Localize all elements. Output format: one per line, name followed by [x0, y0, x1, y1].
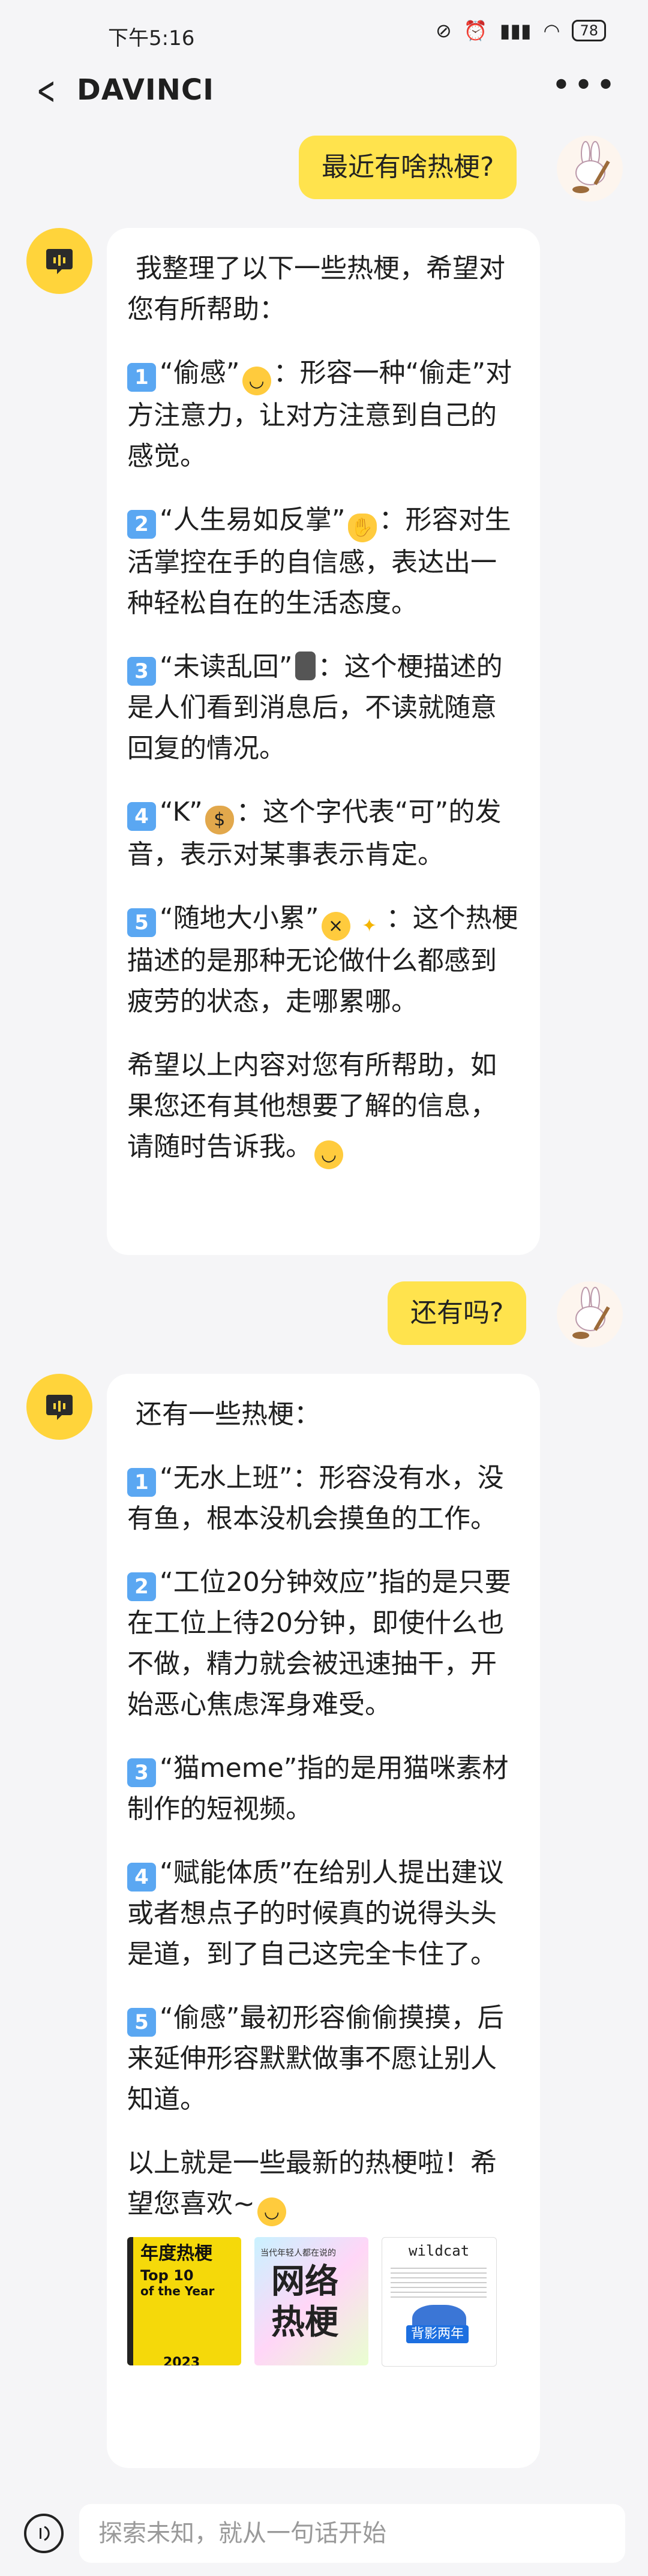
input-bar	[0, 2487, 648, 2576]
bot-intro: 我整理了以下一些热梗，希望对您有所帮助：	[127, 253, 505, 325]
image-thumbnail[interactable]: 当代年轻人都在说的 网络 热梗	[254, 2237, 368, 2365]
list-item: 3 “未读乱回” ：这个梗描述的是人们看到消息后，不读就随意回复的情况。	[127, 651, 503, 764]
bot-intro: 还有一些热梗：	[136, 1399, 320, 1430]
bot-logo-icon	[46, 249, 73, 274]
rabbit-avatar-icon	[572, 141, 610, 193]
status-time: 下午5:16	[108, 26, 195, 50]
list-item: 4 “K” $ ：这个字代表“可”的发音，表示对某事表示肯定。	[127, 797, 502, 870]
wifi-icon: ◠	[543, 19, 560, 42]
keycap-number-icon: 3	[127, 1758, 156, 1787]
status-icons: ⊘ ⏰ ▮▮▮ ◠ 78	[436, 19, 606, 42]
list-item: 2 “工位20分钟效应”指的是只要在工位上待20分钟，即使什么也不做，精力就会被迅…	[127, 1567, 511, 1720]
bot-message[interactable]: 还有一些热梗： 1 “无水上班”：形容没有水，没有鱼，根本没机会摸鱼的工作。 2 “…	[107, 1374, 540, 2468]
user-avatar[interactable]	[557, 1281, 623, 1347]
dizzy-face-icon: ×	[321, 912, 350, 941]
list-item: 1 “无水上班”：形容没有水，没有鱼，根本没机会摸鱼的工作。	[127, 1463, 504, 1534]
relieved-face-icon: ◡	[242, 367, 271, 395]
image-thumbnails: 年度热梗 Top 10 of the Year 2023 当代年轻人都在说的 网…	[127, 2237, 520, 2367]
bot-logo-icon	[46, 1395, 73, 1420]
alarm-icon: ⏰	[463, 19, 488, 42]
keycap-number-icon: 3	[127, 657, 156, 686]
page-title: DAVINCI	[77, 73, 214, 107]
user-message[interactable]: 最近有啥热梗?	[299, 136, 517, 199]
keycap-number-icon: 2	[127, 1572, 156, 1601]
user-message-text: 还有吗?	[410, 1298, 504, 1328]
money-bag-icon: $	[205, 806, 234, 834]
chat-input[interactable]	[79, 2504, 625, 2563]
user-avatar[interactable]	[557, 136, 623, 202]
keycap-number-icon: 4	[127, 1863, 156, 1892]
battery-icon: 78	[572, 20, 606, 41]
bot-avatar[interactable]	[26, 1374, 92, 1440]
user-message-text: 最近有啥热梗?	[322, 152, 494, 182]
winking-face-icon: ◡	[257, 2197, 286, 2226]
user-message[interactable]: 还有吗?	[388, 1281, 527, 1345]
list-item: 4 “赋能体质”在给别人提出建议或者想点子的时候真的说得头头是道，到了自己这完全卡…	[127, 1857, 504, 1969]
back-icon[interactable]: <	[37, 72, 56, 110]
smiling-face-icon: ◡	[314, 1140, 343, 1169]
keycap-number-icon: 1	[127, 1468, 156, 1497]
keycap-number-icon: 5	[127, 908, 156, 937]
bot-outro: 以上就是一些最新的热梗啦！希望您喜欢~ ◡	[127, 2143, 520, 2226]
bot-outro: 希望以上内容对您有所帮助，如果您还有其他想要了解的信息，请随时告诉我。 ◡	[127, 1045, 520, 1169]
signal-icon: ▮▮▮	[499, 19, 532, 42]
mobile-phone-icon	[295, 651, 316, 680]
bot-message[interactable]: 我整理了以下一些热梗，希望对您有所帮助： 1 “偷感” ◡ ：形容一种“偷走”对方注意…	[107, 228, 540, 1255]
list-item: 5 “随地大小累” × ✦ ：这个热梗描述的是那种无论做什么都感到疲劳的状态，走哪累哪。	[127, 903, 518, 1017]
keycap-number-icon: 1	[127, 363, 156, 392]
dizzy-star-icon: ✦	[362, 915, 377, 936]
mute-icon: ⊘	[436, 19, 452, 42]
list-item: 3 “猫meme”指的是用猫咪素材制作的短视频。	[127, 1753, 509, 1824]
more-options-icon[interactable]: •••	[551, 66, 618, 105]
list-item: 5 “偷感”最初形容偷偷摸摸，后来延伸形容默默做事不愿让别人知道。	[127, 2002, 504, 2115]
waving-hand-icon: ✋	[347, 514, 377, 542]
keycap-number-icon: 2	[127, 510, 156, 539]
sound-wave-icon	[40, 2526, 50, 2541]
list-item: 1 “偷感” ◡ ：形容一种“偷走”对方注意力，让对方注意到自己的感觉。	[127, 358, 512, 472]
keycap-number-icon: 5	[127, 2008, 156, 2037]
app-header: < DAVINCI •••	[0, 66, 648, 120]
status-bar: 下午5:16 ⊘ ⏰ ▮▮▮ ◠ 78	[0, 0, 648, 72]
image-thumbnail[interactable]: wildcat 背影两年	[382, 2237, 497, 2367]
keycap-number-icon: 4	[127, 802, 156, 831]
image-thumbnail[interactable]: 年度热梗 Top 10 of the Year 2023	[127, 2237, 241, 2365]
bot-avatar[interactable]	[26, 228, 92, 294]
voice-input-icon[interactable]	[24, 2514, 64, 2553]
list-item: 2 “人生易如反掌” ✋ ：形容对生活掌控在手的自信感，表达出一种轻松自在的生活态度。	[127, 505, 511, 619]
rabbit-avatar-icon	[572, 1287, 610, 1339]
